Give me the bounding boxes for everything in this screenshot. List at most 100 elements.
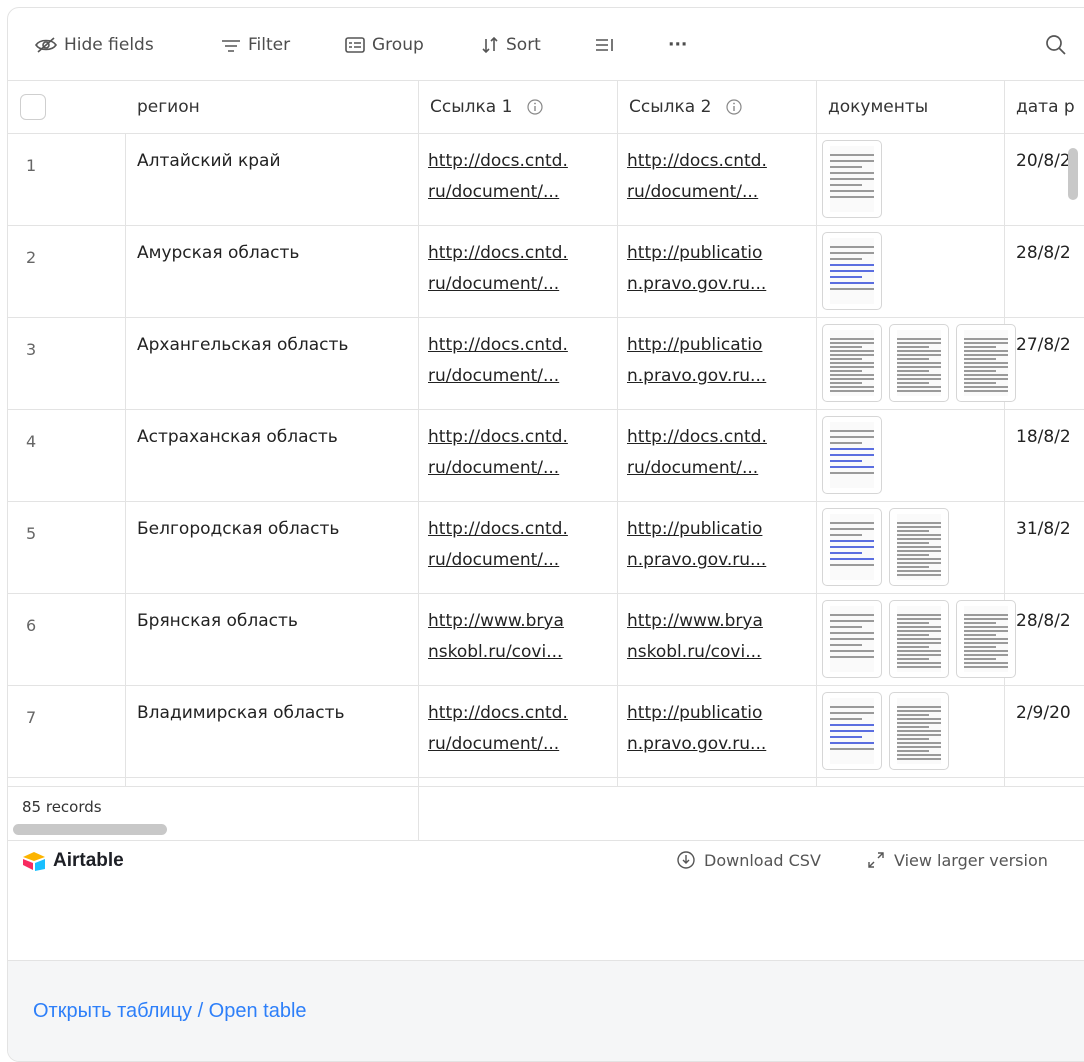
- link1-text: http://www.brya: [428, 611, 564, 631]
- brand-label: Airtable: [53, 850, 124, 871]
- column-header-link1[interactable]: Ссылка 1: [418, 81, 544, 133]
- download-csv-label: Download CSV: [704, 850, 821, 870]
- link2-cell[interactable]: http://publicatio n.pravo.gov.ru...: [627, 330, 807, 392]
- document-thumbnail[interactable]: [822, 600, 882, 678]
- link1-cell[interactable]: http://docs.cntd. ru/document/...: [428, 698, 608, 760]
- hide-fields-button[interactable]: Hide fields: [34, 34, 154, 56]
- region-cell[interactable]: Брянская область: [137, 611, 298, 631]
- table-row[interactable]: 5 Белгородская область http://docs.cntd. ru…: [8, 502, 1084, 594]
- document-thumbnail[interactable]: [822, 232, 882, 310]
- group-icon: [345, 37, 365, 53]
- search-button[interactable]: [1044, 33, 1068, 61]
- table-row[interactable]: 4 Астраханская область http://docs.cntd. ru…: [8, 410, 1084, 502]
- hide-fields-label: Hide fields: [64, 35, 154, 55]
- column-header-docs[interactable]: документы: [816, 81, 928, 133]
- document-thumbnail[interactable]: [956, 324, 1016, 402]
- filter-button[interactable]: Filter: [220, 34, 290, 56]
- link2-cell[interactable]: http://docs.cntd. ru/document/...: [627, 422, 807, 484]
- more-label: ···: [668, 35, 688, 55]
- column-header-link2[interactable]: Ссылка 2: [617, 81, 743, 133]
- table-row[interactable]: 6 Брянская область http://www.brya nskobl.r…: [8, 594, 1084, 686]
- link1-cell[interactable]: http://docs.cntd. ru/document/...: [428, 514, 608, 576]
- region-cell[interactable]: Белгородская область: [137, 519, 339, 539]
- info-icon[interactable]: [526, 98, 544, 116]
- link2-text: http://docs.cntd.: [627, 427, 767, 447]
- view-toolbar: Hide fields Filter Group Sort ···: [8, 8, 1084, 81]
- vertical-scrollbar[interactable]: [1068, 148, 1078, 200]
- row-number: 1: [26, 156, 37, 175]
- link2-text: nskobl.ru/covi...: [627, 642, 762, 662]
- link2-text: ru/document/...: [627, 458, 759, 478]
- table-row[interactable]: 7 Владимирская область http://docs.cntd. ru…: [8, 686, 1084, 778]
- link2-text: http://publicatio: [627, 519, 763, 539]
- group-button[interactable]: Group: [344, 34, 424, 56]
- date-cell[interactable]: 28/8/2: [1016, 243, 1071, 263]
- link1-text: ru/document/...: [428, 734, 560, 754]
- document-thumbnail[interactable]: [889, 324, 949, 402]
- table-row[interactable]: 2 Амурская область http://docs.cntd. ru/doc…: [8, 226, 1084, 318]
- select-all-checkbox[interactable]: [20, 94, 46, 120]
- table-row[interactable]: 3 Архангельская область http://docs.cntd. r…: [8, 318, 1084, 410]
- link1-cell[interactable]: http://docs.cntd. ru/document/...: [428, 330, 608, 392]
- open-table-bar: Открыть таблицу / Open table: [8, 960, 1084, 1061]
- horizontal-scrollbar[interactable]: [13, 824, 167, 835]
- column-header-date[interactable]: дата р: [1004, 81, 1075, 133]
- document-thumbnail[interactable]: [822, 416, 882, 494]
- link1-text: http://docs.cntd.: [428, 703, 568, 723]
- link2-cell[interactable]: http://www.brya nskobl.ru/covi...: [627, 606, 807, 668]
- link1-cell[interactable]: http://www.brya nskobl.ru/covi...: [428, 606, 608, 668]
- link2-cell[interactable]: http://publicatio n.pravo.gov.ru...: [627, 238, 807, 300]
- row-number: 5: [26, 524, 37, 543]
- link1-cell[interactable]: http://docs.cntd. ru/document/...: [428, 146, 608, 208]
- eye-slash-icon: [35, 37, 57, 53]
- link1-text: nskobl.ru/covi...: [428, 642, 563, 662]
- embed-frame: Hide fields Filter Group Sort ··· регион…: [7, 7, 1084, 1062]
- download-csv-button[interactable]: Download CSV: [676, 850, 821, 870]
- row-height-button[interactable]: [594, 34, 616, 56]
- airtable-logo[interactable]: Airtable: [21, 850, 124, 872]
- date-cell[interactable]: 28/8/2: [1016, 611, 1071, 631]
- group-label: Group: [372, 35, 424, 55]
- region-cell[interactable]: Владимирская область: [137, 703, 345, 723]
- region-cell[interactable]: Астраханская область: [137, 427, 338, 447]
- link1-text: ru/document/...: [428, 274, 560, 294]
- date-cell[interactable]: 18/8/2: [1016, 427, 1071, 447]
- region-cell[interactable]: Архангельская область: [137, 335, 348, 355]
- date-cell[interactable]: 20/8/2: [1016, 151, 1071, 171]
- column-header-region-label: регион: [137, 97, 200, 117]
- table-row[interactable]: 1 Алтайский край http://docs.cntd. ru/docum…: [8, 134, 1084, 226]
- document-thumbnail[interactable]: [889, 600, 949, 678]
- document-thumbnail[interactable]: [889, 508, 949, 586]
- row-number: 7: [26, 708, 37, 727]
- link1-cell[interactable]: http://docs.cntd. ru/document/...: [428, 238, 608, 300]
- more-button[interactable]: ···: [668, 34, 687, 56]
- link2-text: n.pravo.gov.ru...: [627, 550, 767, 570]
- date-cell[interactable]: 31/8/2: [1016, 519, 1071, 539]
- link2-text: http://www.brya: [627, 611, 763, 631]
- document-thumbnail[interactable]: [889, 692, 949, 770]
- link1-cell[interactable]: http://docs.cntd. ru/document/...: [428, 422, 608, 484]
- column-header-link2-label: Ссылка 2: [629, 97, 712, 117]
- date-cell[interactable]: 27/8/2: [1016, 335, 1071, 355]
- sort-button[interactable]: Sort: [480, 34, 541, 56]
- document-thumbnail[interactable]: [822, 508, 882, 586]
- column-header-docs-label: документы: [828, 97, 929, 117]
- document-thumbnail[interactable]: [822, 140, 882, 218]
- link2-cell[interactable]: http://publicatio n.pravo.gov.ru...: [627, 698, 807, 760]
- document-thumbnail[interactable]: [822, 692, 882, 770]
- region-cell[interactable]: Алтайский край: [137, 151, 281, 171]
- info-icon[interactable]: [725, 98, 743, 116]
- document-thumbnail[interactable]: [822, 324, 882, 402]
- view-larger-button[interactable]: View larger version: [866, 850, 1048, 870]
- link1-text: http://docs.cntd.: [428, 519, 568, 539]
- link2-cell[interactable]: http://docs.cntd. ru/document/...: [627, 146, 807, 208]
- date-cell[interactable]: 2/9/20: [1016, 703, 1071, 723]
- document-thumbnail[interactable]: [956, 600, 1016, 678]
- link2-cell[interactable]: http://publicatio n.pravo.gov.ru...: [627, 514, 807, 576]
- row-number: 6: [26, 616, 37, 635]
- sort-label: Sort: [506, 35, 541, 55]
- region-cell[interactable]: Амурская область: [137, 243, 299, 263]
- open-table-link[interactable]: Открыть таблицу / Open table: [33, 1000, 307, 1023]
- column-header-region[interactable]: регион: [125, 81, 200, 133]
- link1-text: ru/document/...: [428, 458, 560, 478]
